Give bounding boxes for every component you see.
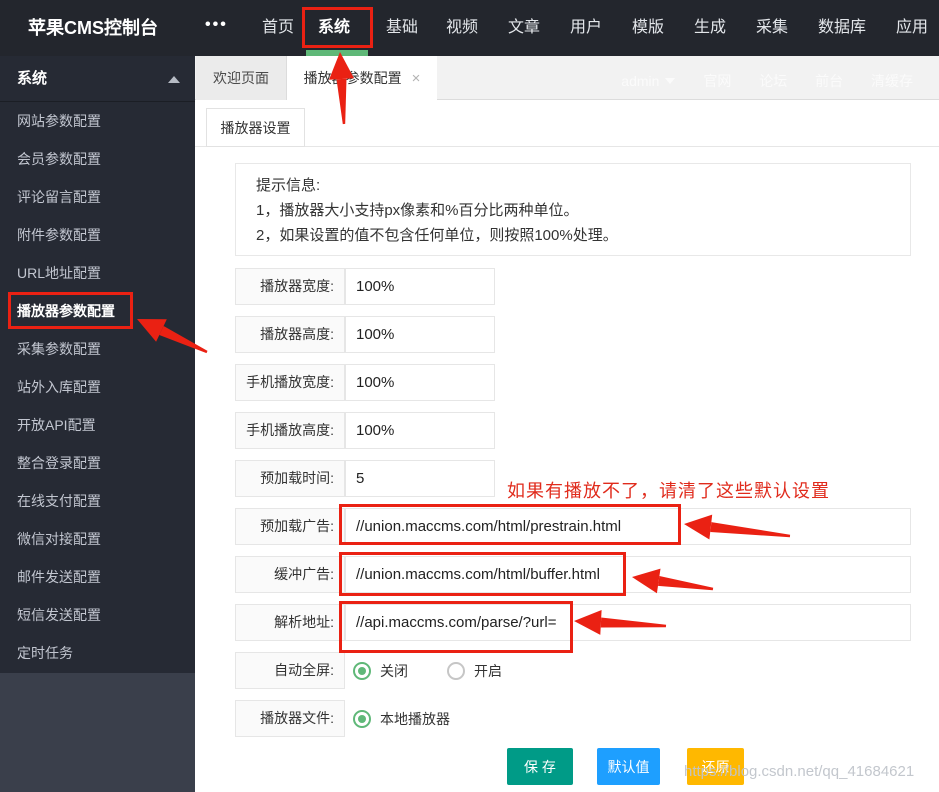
app-window: 苹果CMS控制台 ••• 首页 系统 基础 视频 文章 用户 模版 生成 采集 … bbox=[0, 0, 939, 792]
sidebar-item-collect-config[interactable]: 采集参数配置 bbox=[0, 330, 195, 368]
sidebar: 系统 网站参数配置 会员参数配置 评论留言配置 附件参数配置 URL地址配置 播… bbox=[0, 56, 195, 792]
sidebar-item-comment-config[interactable]: 评论留言配置 bbox=[0, 178, 195, 216]
link-frontend[interactable]: 前台 bbox=[815, 73, 843, 89]
tab-player-settings[interactable]: 播放器设置 bbox=[206, 108, 305, 147]
nav-item-collect[interactable]: 采集 bbox=[756, 0, 788, 56]
hint-line: 1，播放器大小支持px像素和%百分比两种单位。 bbox=[256, 202, 579, 219]
watermark-text: https://blog.csdn.net/qq_41684621 bbox=[684, 763, 915, 780]
radio-selected-icon bbox=[353, 661, 371, 680]
sidebar-item-offsite-config[interactable]: 站外入库配置 bbox=[0, 368, 195, 406]
field-label-player-width: 播放器宽度: bbox=[235, 268, 345, 305]
field-label-parse-url: 解析地址: bbox=[235, 604, 345, 641]
nav-item-video[interactable]: 视频 bbox=[446, 0, 478, 56]
nav-item-generate[interactable]: 生成 bbox=[694, 0, 726, 56]
collapse-arrow-icon bbox=[168, 76, 180, 83]
sidebar-item-pay-config[interactable]: 在线支付配置 bbox=[0, 482, 195, 520]
caret-down-icon bbox=[665, 78, 676, 84]
preload-ad-input[interactable] bbox=[345, 508, 911, 545]
nav-item-template[interactable]: 模版 bbox=[632, 0, 664, 56]
sidebar-item-sms-config[interactable]: 短信发送配置 bbox=[0, 596, 195, 634]
radio-selected-icon bbox=[353, 709, 371, 728]
tab-label: 播放器参数配置 bbox=[303, 70, 402, 86]
preload-time-input[interactable] bbox=[345, 460, 495, 497]
nav-item-system[interactable]: 系统 bbox=[318, 0, 350, 56]
nav-item-database[interactable]: 数据库 bbox=[818, 0, 866, 56]
nav-item-user[interactable]: 用户 bbox=[570, 0, 602, 56]
mobile-width-input[interactable] bbox=[345, 364, 495, 401]
sidebar-item-email-config[interactable]: 邮件发送配置 bbox=[0, 558, 195, 596]
player-file-radio-group: 本地播放器 bbox=[353, 700, 450, 737]
radio-option-off[interactable]: 关闭 bbox=[353, 661, 408, 681]
parse-url-input[interactable] bbox=[345, 604, 911, 641]
link-clear-cache[interactable]: 清缓存 bbox=[871, 73, 913, 89]
panel-tab-bar: 播放器设置 bbox=[195, 100, 939, 147]
radio-unselected-icon bbox=[447, 661, 465, 680]
sidebar-item-login-config[interactable]: 整合登录配置 bbox=[0, 444, 195, 482]
nav-item-app[interactable]: 应用 bbox=[896, 0, 928, 56]
field-label-auto-fullscreen: 自动全屏: bbox=[235, 652, 345, 689]
nav-item-home[interactable]: 首页 bbox=[262, 0, 294, 56]
sidebar-item-member-config[interactable]: 会员参数配置 bbox=[0, 140, 195, 178]
sidebar-item-player-config[interactable]: 播放器参数配置 bbox=[0, 292, 195, 330]
link-official-site[interactable]: 官网 bbox=[703, 73, 731, 89]
username: admin bbox=[621, 73, 660, 89]
sidebar-item-url-config[interactable]: URL地址配置 bbox=[0, 254, 195, 292]
link-forum[interactable]: 论坛 bbox=[759, 73, 787, 89]
auto-fullscreen-radio-group: 关闭 开启 bbox=[353, 652, 502, 689]
annotation-note: 如果有播放不了，请清了这些默认设置 bbox=[507, 481, 830, 501]
mobile-height-input[interactable] bbox=[345, 412, 495, 449]
hint-line: 2，如果设置的值不包含任何单位，则按照100%处理。 bbox=[256, 227, 618, 244]
buffer-ad-input[interactable] bbox=[345, 556, 911, 593]
radio-label: 本地播放器 bbox=[380, 710, 450, 727]
field-label-preload-ad: 预加载广告: bbox=[235, 508, 345, 545]
top-navbar: 苹果CMS控制台 ••• 首页 系统 基础 视频 文章 用户 模版 生成 采集 … bbox=[0, 0, 939, 57]
field-label-preload-time: 预加载时间: bbox=[235, 460, 345, 497]
user-links: admin 官网 论坛 前台 清缓存 bbox=[573, 56, 913, 100]
field-label-player-file: 播放器文件: bbox=[235, 700, 345, 737]
sidebar-item-wechat-config[interactable]: 微信对接配置 bbox=[0, 520, 195, 558]
radio-label: 开启 bbox=[474, 662, 502, 679]
nav-item-article[interactable]: 文章 bbox=[508, 0, 540, 56]
player-height-input[interactable] bbox=[345, 316, 495, 353]
close-icon[interactable]: × bbox=[412, 70, 421, 87]
sidebar-menu: 系统 网站参数配置 会员参数配置 评论留言配置 附件参数配置 URL地址配置 播… bbox=[0, 56, 195, 673]
menu-dots-icon[interactable]: ••• bbox=[205, 0, 228, 50]
field-label-buffer-ad: 缓冲广告: bbox=[235, 556, 345, 593]
radio-label: 关闭 bbox=[380, 662, 408, 679]
sidebar-item-site-config[interactable]: 网站参数配置 bbox=[0, 102, 195, 140]
sidebar-group-label: 系统 bbox=[17, 70, 48, 87]
field-label-mobile-width: 手机播放宽度: bbox=[235, 364, 345, 401]
tab-welcome[interactable]: 欢迎页面 bbox=[196, 56, 287, 100]
sidebar-group-system[interactable]: 系统 bbox=[0, 56, 195, 102]
field-label-player-height: 播放器高度: bbox=[235, 316, 345, 353]
hint-title: 提示信息: bbox=[256, 177, 321, 194]
tab-player-config[interactable]: 播放器参数配置 × bbox=[287, 56, 437, 101]
radio-option-local-player[interactable]: 本地播放器 bbox=[353, 709, 450, 729]
sidebar-item-openapi-config[interactable]: 开放API配置 bbox=[0, 406, 195, 444]
radio-option-on[interactable]: 开启 bbox=[447, 661, 502, 681]
user-menu[interactable]: admin bbox=[597, 73, 676, 89]
field-label-mobile-height: 手机播放高度: bbox=[235, 412, 345, 449]
app-title: 苹果CMS控制台 bbox=[28, 18, 158, 38]
default-button[interactable]: 默认值 bbox=[597, 748, 660, 785]
tab-strip: 欢迎页面 播放器参数配置 × admin 官网 论坛 前台 清缓存 bbox=[195, 56, 939, 101]
sidebar-item-attach-config[interactable]: 附件参数配置 bbox=[0, 216, 195, 254]
nav-item-basic[interactable]: 基础 bbox=[386, 0, 418, 56]
sidebar-item-cron-task[interactable]: 定时任务 bbox=[0, 634, 195, 672]
hint-box: 提示信息: 1，播放器大小支持px像素和%百分比两种单位。 2，如果设置的值不包… bbox=[235, 163, 911, 256]
save-button[interactable]: 保 存 bbox=[507, 748, 573, 785]
player-width-input[interactable] bbox=[345, 268, 495, 305]
